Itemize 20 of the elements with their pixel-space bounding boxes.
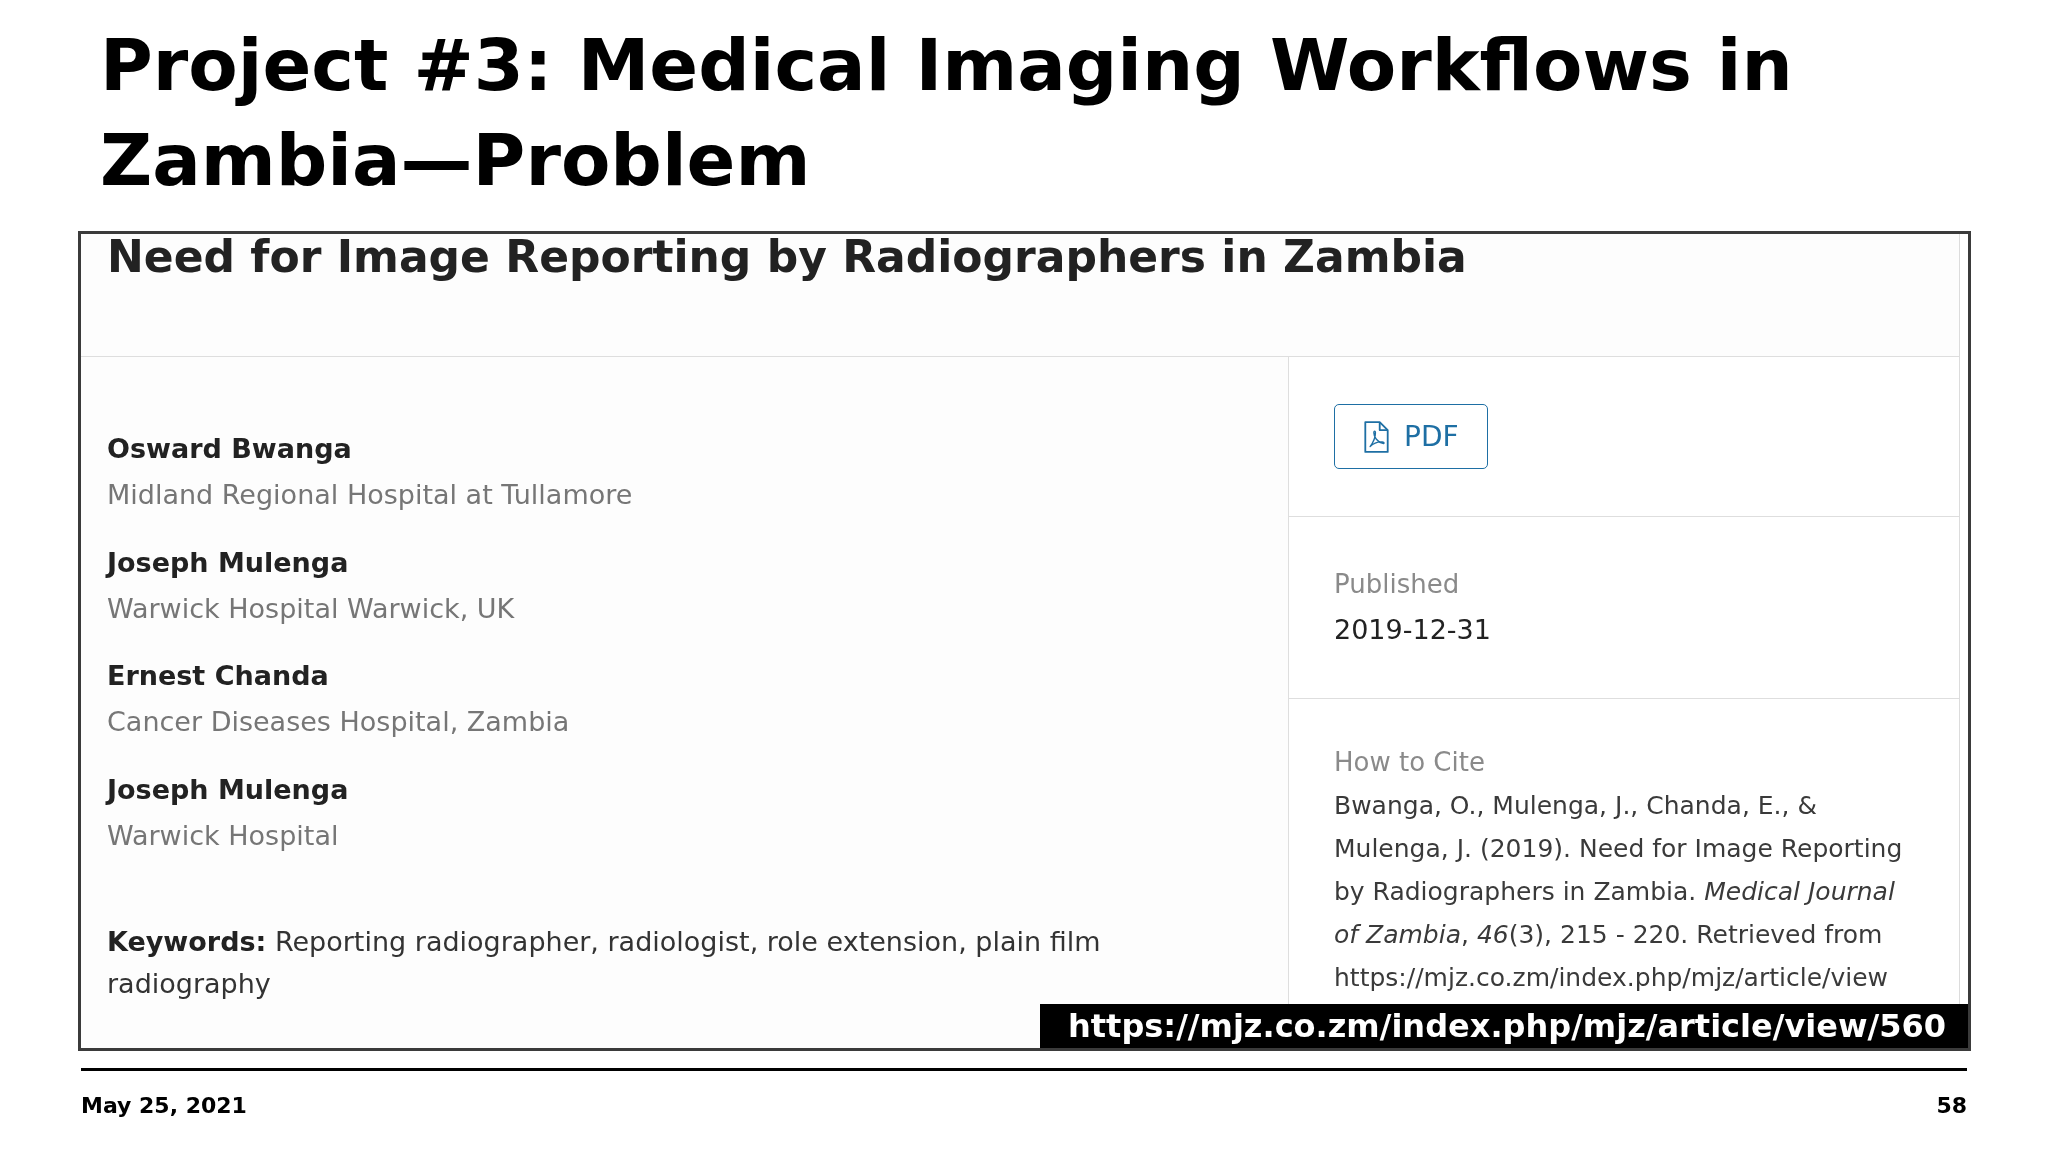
author-name: Joseph Mulenga [107, 545, 349, 580]
page-number: 58 [1936, 1092, 1967, 1120]
citation-text: Bwanga, O., Mulenga, J., Chanda, E., & Mulenga, J. (2019). Need for Image Reporting by Radiographers in Zambia. Medical Journal of Zambia, 46(3), 215 - 220. Retrieved from https://mjz.co.zm/index.php/mjz/article/view [1334, 790, 1904, 994]
source-url-caption: https://mjz.co.zm/index.php/mjz/article/view/560 [1040, 1004, 1968, 1048]
article-title: Need for Image Reporting by Radiographers in Zambia [107, 234, 1467, 280]
published-label: Published [1334, 568, 1460, 601]
author-affiliation: Cancer Diseases Hospital, Zambia [107, 705, 570, 739]
author-name: Osward Bwanga [107, 432, 352, 466]
document-icon [1363, 420, 1390, 453]
cite-label: How to Cite [1334, 746, 1485, 779]
author-affiliation: Midland Regional Hospital at Tullamore [107, 478, 633, 512]
author-name: Ernest Chanda [107, 659, 329, 693]
slide-title: Project #3: Medical Imaging Workflows in Zambia—Problem [100, 22, 1794, 204]
published-date: 2019-12-31 [1334, 613, 1491, 647]
pdf-button[interactable]: PDF [1334, 404, 1488, 469]
author-name: Joseph Mulenga [107, 772, 349, 807]
author-affiliation: Warwick Hospital Warwick, UK [107, 591, 515, 626]
keywords-text: Keywords: Reporting radiographer, radiologist, role extension, plain film radiography [107, 924, 1102, 1001]
slide-date: May 25, 2021 [81, 1092, 247, 1120]
author-affiliation: Warwick Hospital [107, 818, 339, 853]
